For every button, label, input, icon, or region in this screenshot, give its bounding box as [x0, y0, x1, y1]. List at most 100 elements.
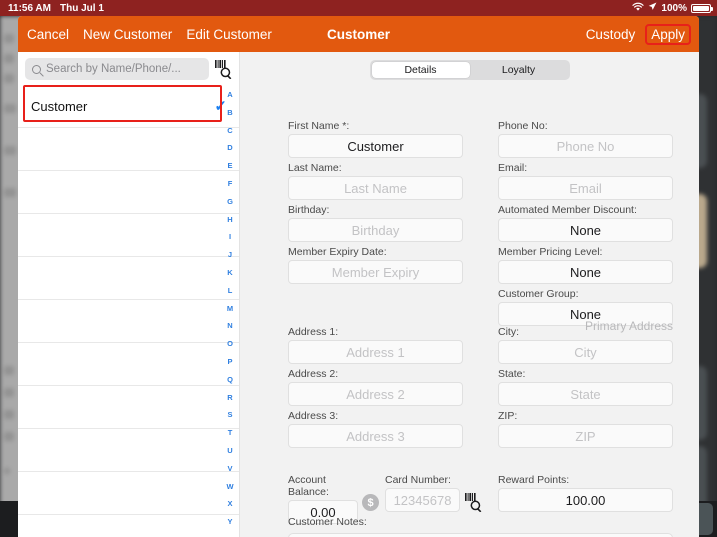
apply-button[interactable]: Apply: [645, 23, 691, 45]
alpha-u[interactable]: U: [227, 442, 232, 460]
list-item[interactable]: [18, 214, 239, 257]
field-birthday: Birthday: Birthday: [288, 204, 463, 242]
alpha-v[interactable]: V: [227, 460, 232, 478]
status-time: 11:56 AM: [8, 2, 51, 14]
field-first-name: First Name *: Customer: [288, 120, 463, 158]
status-bar: 11:56 AM Thu Jul 1 100%: [0, 0, 717, 16]
search-input[interactable]: Search by Name/Phone/...: [25, 58, 209, 80]
card-number-label: Card Number:: [385, 474, 451, 486]
field-pricing-level: Member Pricing Level: None: [498, 246, 673, 284]
first-name-input[interactable]: Customer: [288, 134, 463, 158]
phone-input[interactable]: Phone No: [498, 134, 673, 158]
custody-button[interactable]: Custody: [586, 27, 636, 42]
customer-group-label: Customer Group:: [498, 288, 579, 300]
customer-notes-label: Customer Notes:: [288, 516, 367, 528]
field-zip: ZIP: ZIP: [498, 410, 673, 448]
phone-label: Phone No:: [498, 120, 548, 132]
list-item[interactable]: [18, 472, 239, 515]
address3-input[interactable]: Address 3: [288, 424, 463, 448]
birthday-label: Birthday:: [288, 204, 330, 216]
barcode-scan-icon[interactable]: [214, 59, 233, 80]
cancel-button[interactable]: Cancel: [27, 27, 69, 42]
search-icon: [32, 64, 41, 74]
customer-modal: Cancel New Customer Edit Customer Custom…: [18, 16, 699, 537]
card-number-input[interactable]: 12345678: [385, 488, 460, 512]
member-expiry-label: Member Expiry Date:: [288, 246, 387, 258]
list-item[interactable]: [18, 300, 239, 343]
alpha-k[interactable]: K: [227, 264, 232, 282]
city-input[interactable]: City: [498, 340, 673, 364]
last-name-label: Last Name:: [288, 162, 342, 174]
list-item[interactable]: [18, 257, 239, 300]
alpha-j[interactable]: J: [228, 246, 232, 264]
alpha-d[interactable]: D: [227, 139, 232, 157]
first-name-label: First Name *:: [288, 120, 350, 132]
address2-input[interactable]: Address 2: [288, 382, 463, 406]
customer-list: Customer ✓: [18, 85, 239, 515]
edit-customer-button[interactable]: Edit Customer: [186, 27, 272, 42]
customer-notes-input[interactable]: [288, 533, 673, 537]
pricing-level-select[interactable]: None: [498, 260, 673, 284]
field-phone: Phone No: Phone No: [498, 120, 673, 158]
alpha-i[interactable]: I: [229, 228, 231, 246]
alpha-w[interactable]: W: [226, 478, 233, 496]
card-barcode-scan-icon[interactable]: [464, 492, 483, 517]
modal-body: Search by Name/Phone/... Customer ✓ A B …: [18, 52, 699, 537]
customer-list-sidebar: Search by Name/Phone/... Customer ✓ A B …: [18, 52, 240, 537]
alpha-l[interactable]: L: [228, 282, 233, 300]
alpha-a[interactable]: A: [227, 86, 232, 104]
list-item[interactable]: [18, 128, 239, 171]
email-input[interactable]: Email: [498, 176, 673, 200]
field-email: Email: Email: [498, 162, 673, 200]
alpha-t[interactable]: T: [228, 424, 233, 442]
zip-input[interactable]: ZIP: [498, 424, 673, 448]
address1-label: Address 1:: [288, 326, 339, 338]
alpha-h[interactable]: H: [227, 211, 232, 229]
alpha-r[interactable]: R: [227, 389, 232, 407]
alpha-q[interactable]: Q: [227, 371, 233, 389]
alpha-x[interactable]: X: [227, 495, 232, 513]
field-customer-notes: Customer Notes:: [288, 516, 488, 530]
field-address1: Address 1: Address 1: [288, 326, 463, 364]
alpha-s[interactable]: S: [227, 406, 232, 424]
list-item[interactable]: [18, 171, 239, 214]
tab-loyalty[interactable]: Loyalty: [470, 62, 568, 78]
alpha-f[interactable]: F: [228, 175, 233, 193]
city-label: City:: [498, 326, 519, 338]
list-item[interactable]: [18, 343, 239, 386]
list-item[interactable]: [18, 429, 239, 472]
auto-discount-label: Automated Member Discount:: [498, 204, 637, 216]
alpha-n[interactable]: N: [227, 317, 232, 335]
zip-label: ZIP:: [498, 410, 518, 422]
alpha-e[interactable]: E: [227, 157, 232, 175]
alpha-m[interactable]: M: [227, 300, 233, 318]
birthday-input[interactable]: Birthday: [288, 218, 463, 242]
alpha-c[interactable]: C: [227, 122, 232, 140]
member-expiry-input[interactable]: Member Expiry: [288, 260, 463, 284]
field-last-name: Last Name: Last Name: [288, 162, 463, 200]
field-auto-discount: Automated Member Discount: None: [498, 204, 673, 242]
alpha-b[interactable]: B: [227, 104, 232, 122]
auto-discount-select[interactable]: None: [498, 218, 673, 242]
list-item[interactable]: Customer ✓: [18, 85, 239, 128]
alpha-z[interactable]: Z: [228, 531, 233, 537]
alphabet-index[interactable]: A B C D E F G H I J K L M N O P Q R S T: [223, 86, 237, 537]
list-item[interactable]: [18, 386, 239, 429]
battery-full-icon: [691, 3, 713, 13]
reward-points-value: 100.00: [498, 488, 673, 512]
pricing-level-label: Member Pricing Level:: [498, 246, 603, 258]
alpha-g[interactable]: G: [227, 193, 233, 211]
alpha-o[interactable]: O: [227, 335, 233, 353]
address1-input[interactable]: Address 1: [288, 340, 463, 364]
new-customer-button[interactable]: New Customer: [83, 27, 172, 42]
dollar-badge-icon[interactable]: $: [362, 494, 379, 511]
tab-details[interactable]: Details: [371, 62, 470, 78]
alpha-p[interactable]: P: [227, 353, 232, 371]
last-name-input[interactable]: Last Name: [288, 176, 463, 200]
form-tabs: Details Loyalty: [369, 60, 570, 80]
location-arrow-icon: [648, 2, 657, 14]
state-input[interactable]: State: [498, 382, 673, 406]
account-balance-label: Account Balance:: [288, 474, 329, 498]
wifi-icon: [632, 2, 645, 15]
alpha-y[interactable]: Y: [227, 513, 232, 531]
